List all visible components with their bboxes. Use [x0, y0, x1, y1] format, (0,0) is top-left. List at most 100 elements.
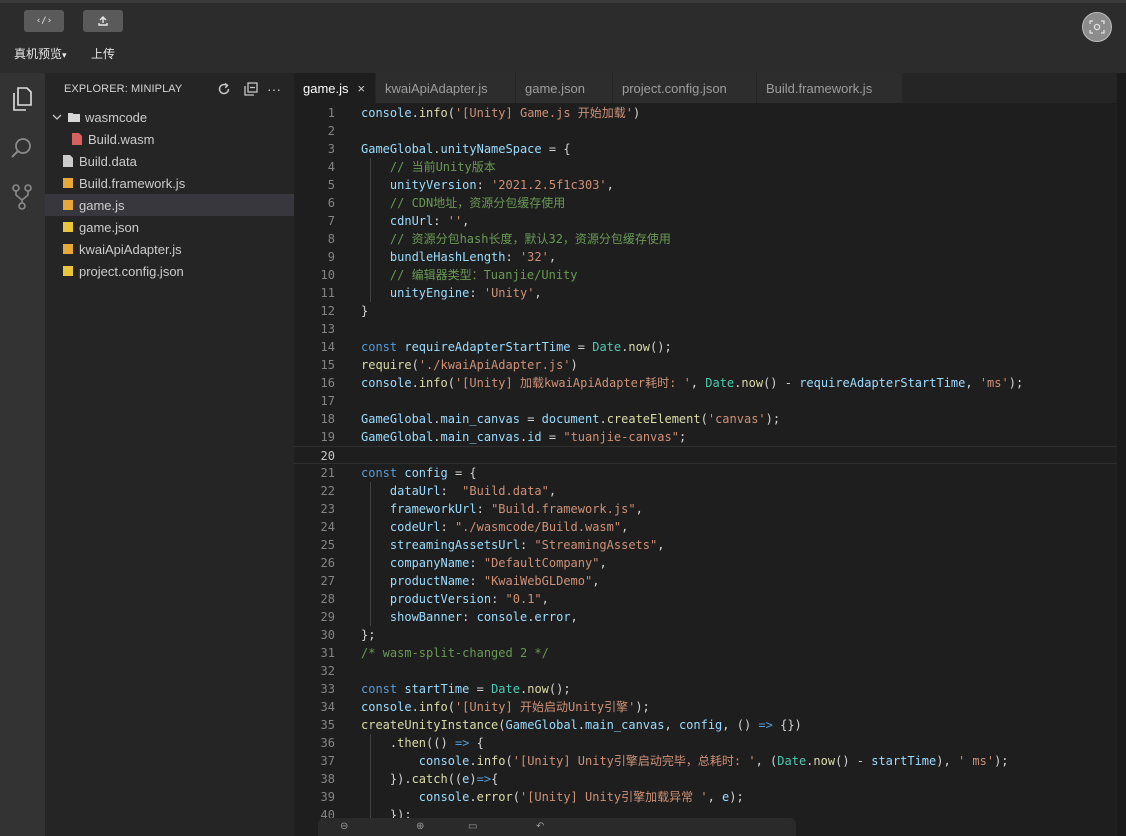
code-line[interactable]: 39 console.error('[Unity] Unity引擎加载异常 ',… [294, 788, 1117, 806]
tree-file-build-framework[interactable]: Build.framework.js [45, 172, 294, 194]
tree-file-project-config[interactable]: project.config.json [45, 260, 294, 282]
file-icon [63, 155, 73, 167]
collapse-all-icon[interactable] [243, 81, 259, 97]
code-line[interactable]: 35 createUnityInstance(GameGlobal.main_ca… [294, 716, 1117, 734]
folder-icon [68, 113, 80, 122]
tab-game-json[interactable]: game.json [516, 73, 613, 103]
line-number: 1 [327, 106, 335, 120]
more-icon[interactable]: ··· [266, 81, 282, 97]
tab-project-config[interactable]: project.config.json [613, 73, 757, 103]
code-line[interactable]: 37 console.info('[Unity] Unity引擎启动完毕，总耗时… [294, 752, 1117, 770]
code-line[interactable]: 27 productName: "KwaiWebGLDemo", [294, 572, 1117, 590]
tree-file-kwaiapiadapter[interactable]: kwaiApiAdapter.js [45, 238, 294, 260]
code-line[interactable]: 14 const requireAdapterStartTime = Date.n… [294, 338, 1117, 356]
line-code: createUnityInstance(GameGlobal.main_canv… [361, 718, 802, 732]
line-code: GameGlobal.main_canvas.id = "tuanjie-can… [361, 430, 687, 444]
code-line[interactable]: 25 streamingAssetsUrl: "StreamingAssets"… [294, 536, 1117, 554]
line-code: // 编辑器类型：Tuanjie/Unity [361, 268, 578, 282]
rotate-icon[interactable]: ↶ [536, 821, 544, 833]
code-line[interactable]: 2 [294, 122, 1117, 140]
tab-build-framework[interactable]: Build.framework.js [757, 73, 903, 103]
line-code: const startTime = Date.now(); [361, 682, 571, 696]
line-code: productName: "KwaiWebGLDemo", [389, 574, 600, 588]
code-line[interactable]: 23 frameworkUrl: "Build.framework.js", [294, 500, 1117, 518]
line-number: 5 [327, 178, 335, 192]
tab-kwaiapiadapter[interactable]: kwaiApiAdapter.js [376, 73, 516, 103]
top-toolbar: ‹/› 真机预览▾ 上传 [0, 0, 1126, 73]
search-activity[interactable] [8, 134, 36, 162]
code-line[interactable]: 33 const startTime = Date.now(); [294, 680, 1117, 698]
preview-menu[interactable]: 真机预览▾ [14, 45, 67, 62]
tree-folder-wasmcode[interactable]: wasmcode [45, 106, 294, 128]
code-line[interactable]: 28 productVersion: "0.1", [294, 590, 1117, 608]
code-line[interactable]: 3 GameGlobal.unityNameSpace = { [294, 140, 1117, 158]
line-number: 26 [320, 556, 335, 570]
chevron-down-icon [52, 114, 62, 120]
explorer-header: EXPLORER: MINIPLAY ··· [45, 73, 294, 103]
tree-file-build-data[interactable]: Build.data [45, 150, 294, 172]
code-line[interactable]: 34 console.info('[Unity] 开始启动Unity引擎'); [294, 698, 1117, 716]
line-code: require('./kwaiApiAdapter.js') [361, 358, 578, 372]
code-line[interactable]: 36 .then(() => { [294, 734, 1117, 752]
line-code: console.error('[Unity] Unity引擎加载异常 ', e)… [418, 790, 744, 804]
upload-label[interactable]: 上传 [91, 45, 115, 62]
code-line[interactable]: 20 [294, 446, 1117, 464]
explorer-activity[interactable] [8, 85, 36, 113]
tab-label: kwaiApiAdapter.js [385, 80, 488, 96]
code-line[interactable]: 21 const config = { [294, 464, 1117, 482]
code-line[interactable]: 7 cdnUrl: '', [294, 212, 1117, 230]
scan-button[interactable] [1082, 12, 1112, 42]
code-line[interactable]: 31 /* wasm-split-changed 2 */ [294, 644, 1117, 662]
js-file-icon [63, 178, 73, 188]
code-line[interactable]: 6 // CDN地址，资源分包缓存使用 [294, 194, 1117, 212]
source-control-activity[interactable] [8, 183, 36, 211]
json-file-icon [63, 266, 73, 276]
line-code: // 当前Unity版本 [361, 160, 496, 174]
line-number: 9 [327, 250, 335, 264]
code-line[interactable]: 15 require('./kwaiApiAdapter.js') [294, 356, 1117, 374]
code-line[interactable]: 30}; [294, 626, 1117, 644]
code-line[interactable]: 4 // 当前Unity版本 [294, 158, 1117, 176]
preview-label: 真机预览 [14, 47, 63, 61]
line-number: 2 [327, 124, 335, 138]
zoom-in-icon[interactable]: ⊕ [416, 821, 424, 833]
editor-scrollbar[interactable] [1117, 73, 1126, 836]
code-line[interactable]: 29 showBanner: console.error, [294, 608, 1117, 626]
upload-button[interactable] [83, 10, 123, 32]
refresh-icon[interactable] [216, 81, 232, 97]
code-line[interactable]: 19 GameGlobal.main_canvas.id = "tuanjie-c… [294, 428, 1117, 446]
scan-icon [1089, 20, 1105, 34]
code-line[interactable]: 12} [294, 302, 1117, 320]
code-line[interactable]: 26 companyName: "DefaultCompany", [294, 554, 1117, 572]
code-line[interactable]: 16 console.info('[Unity] 加载kwaiApiAdapter… [294, 374, 1117, 392]
code-line[interactable]: 5 unityVersion: '2021.2.5f1c303', [294, 176, 1117, 194]
code-line[interactable]: 17 [294, 392, 1117, 410]
tab-game-js[interactable]: game.js × [294, 73, 376, 103]
code-line[interactable]: 1 console.info('[Unity] Game.js 开始加载') [294, 104, 1117, 122]
code-line[interactable]: 13 [294, 320, 1117, 338]
code-editor[interactable]: 1 console.info('[Unity] Game.js 开始加载') 2 3 G… [294, 103, 1117, 836]
code-line[interactable]: 18 GameGlobal.main_canvas = document.crea… [294, 410, 1117, 428]
code-line[interactable]: 11 unityEngine: 'Unity', [294, 284, 1117, 302]
line-code: frameworkUrl: "Build.framework.js", [389, 502, 643, 516]
code-line[interactable]: 9 bundleHashLength: '32', [294, 248, 1117, 266]
line-code: codeUrl: "./wasmcode/Build.wasm", [389, 520, 629, 534]
close-icon[interactable]: × [358, 81, 366, 96]
zoom-out-icon[interactable]: ⊖ [340, 821, 348, 833]
device-icon[interactable]: ▭ [468, 821, 477, 833]
line-number: 3 [327, 142, 335, 156]
code-line[interactable]: 10 // 编辑器类型：Tuanjie/Unity [294, 266, 1117, 284]
line-code: const requireAdapterStartTime = Date.now… [361, 340, 672, 354]
code-line[interactable]: 8 // 资源分包hash长度，默认32，资源分包缓存使用 [294, 230, 1117, 248]
code-line[interactable]: 32 [294, 662, 1117, 680]
line-code: console.info('[Unity] 开始启动Unity引擎'); [361, 700, 650, 714]
code-line[interactable]: 24 codeUrl: "./wasmcode/Build.wasm", [294, 518, 1117, 536]
tree-file-build-wasm[interactable]: Build.wasm [45, 128, 294, 150]
line-number: 12 [320, 304, 335, 318]
code-line[interactable]: 22 dataUrl: "Build.data", [294, 482, 1117, 500]
tree-file-game-js[interactable]: game.js [45, 194, 294, 216]
code-preview-button[interactable]: ‹/› [24, 10, 64, 32]
code-line[interactable]: 38 }).catch((e)=>{ [294, 770, 1117, 788]
line-number: 24 [320, 520, 335, 534]
tree-file-game-json[interactable]: game.json [45, 216, 294, 238]
